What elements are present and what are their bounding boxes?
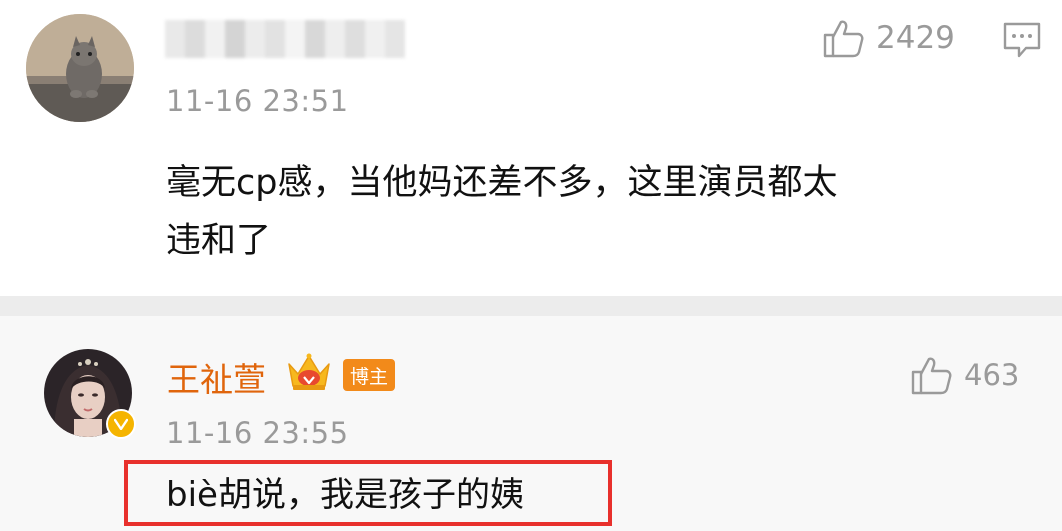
verified-v-icon bbox=[106, 409, 136, 439]
host-badge: 博主 bbox=[343, 359, 395, 391]
comment-text: 毫无cp感，当他妈还差不多，这里演员都太 违和了 bbox=[166, 154, 837, 270]
comment-item: 11-16 23:51 2429 毫无cp感，当他妈还差不多，这里演员都太 违和… bbox=[0, 0, 1062, 296]
author-name[interactable]: 王祉萱 bbox=[167, 353, 266, 401]
comment-icon[interactable] bbox=[1002, 21, 1042, 63]
like-count: 463 bbox=[964, 358, 1020, 392]
crown-icon bbox=[286, 350, 332, 398]
comment-timestamp: 11-16 23:51 bbox=[166, 84, 349, 118]
divider bbox=[0, 296, 1062, 316]
thumbs-up-icon bbox=[823, 20, 864, 58]
comment-text-line: 违和了 bbox=[166, 221, 272, 261]
like-button[interactable]: 2429 bbox=[822, 18, 955, 58]
like-count: 2429 bbox=[876, 20, 955, 56]
comment-text-line: 毫无cp感，当他妈还差不多，这里演员都太 bbox=[166, 163, 838, 203]
thumbs-up-icon bbox=[911, 357, 952, 395]
highlight-box bbox=[124, 460, 612, 526]
like-button[interactable]: 463 bbox=[910, 355, 1019, 395]
reply-timestamp: 11-16 23:55 bbox=[166, 416, 349, 450]
avatar[interactable] bbox=[26, 14, 134, 122]
username-redacted[interactable] bbox=[165, 20, 405, 58]
